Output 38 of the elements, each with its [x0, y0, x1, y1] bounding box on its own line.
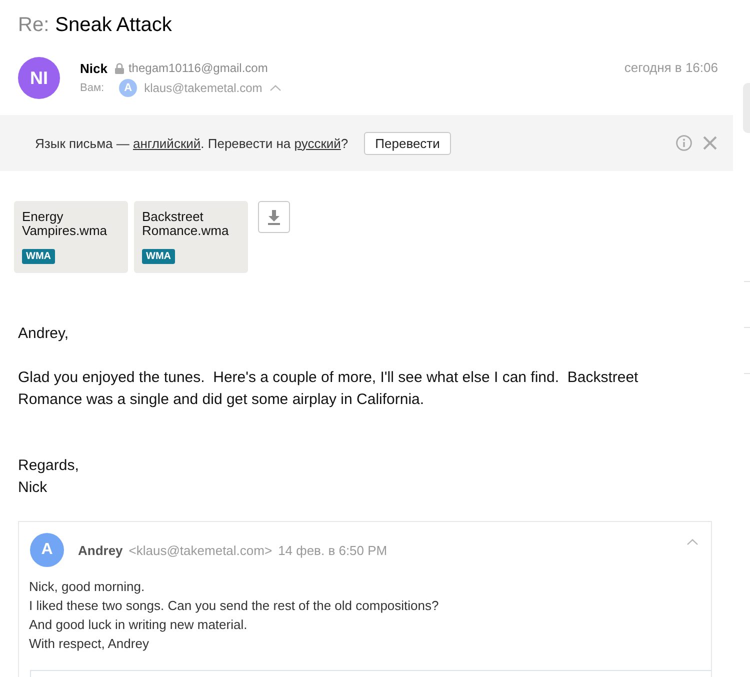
- close-icon[interactable]: [703, 136, 717, 150]
- language-link[interactable]: русский: [294, 136, 341, 150]
- sender-name[interactable]: Nick: [80, 60, 108, 76]
- message-text: Nick: [18, 478, 48, 498]
- lock-icon: [115, 62, 124, 74]
- caret-icon[interactable]: [687, 539, 698, 545]
- attachment-name: Backstreet Romance.wma: [142, 210, 230, 238]
- attachment-card[interactable]: Backstreet Romance.wma WMA: [134, 201, 248, 273]
- quoted-message-text: And good luck in writing new material.: [29, 616, 248, 634]
- message-text: Glad you enjoyed the tunes. Here's a couple of more, I'll see what else I can find. Backstreet Romance was a single and did get some airplay in California.: [18, 368, 640, 410]
- file-type-badge: WMA: [22, 249, 55, 264]
- file-type-badge: WMA: [142, 249, 175, 264]
- message-text: Andrey,: [18, 324, 70, 344]
- message-text: Regards,: [18, 456, 80, 476]
- translate-button[interactable]: Перевести: [364, 132, 451, 154]
- quoted-sender-name[interactable]: Andrey: [78, 542, 123, 558]
- attachment-name: Energy Vampires.wma: [22, 210, 108, 238]
- download-button[interactable]: [258, 201, 290, 233]
- recipient-email: klaus@takemetal.com: [144, 81, 262, 95]
- quoted-message-date: 14 фев. в 6:50 PM: [278, 542, 388, 558]
- quoted-message-text: With respect, Andrey: [29, 635, 150, 653]
- caret-icon[interactable]: [270, 85, 282, 91]
- sender-email: thegam10116@gmail.com: [128, 61, 268, 75]
- quoted-message-text: Nick, good morning.: [29, 578, 146, 596]
- message-date: сегодня в 16:06: [624, 60, 718, 76]
- quoted-sender-avatar: A: [30, 533, 64, 567]
- subject-prefix: Re:: [18, 13, 50, 38]
- translate-prompt: Язык письма — английский. Перевести на русский?: [35, 136, 348, 150]
- quoted-sender-email: <klaus@takemetal.com>: [128, 542, 272, 558]
- sender-avatar: NI: [18, 57, 60, 99]
- recipient-label: Вам:: [80, 82, 104, 94]
- quoted-message-text: I liked these two songs. Can you send the rest of the old compositions?: [29, 597, 440, 615]
- recipient-avatar: A: [119, 79, 138, 97]
- download-icon: [267, 210, 281, 224]
- attachment-card[interactable]: Energy Vampires.wma WMA: [14, 201, 128, 273]
- info-icon[interactable]: [676, 135, 692, 151]
- message-subject: Sneak Attack: [55, 13, 172, 38]
- language-link[interactable]: английский: [132, 136, 201, 150]
